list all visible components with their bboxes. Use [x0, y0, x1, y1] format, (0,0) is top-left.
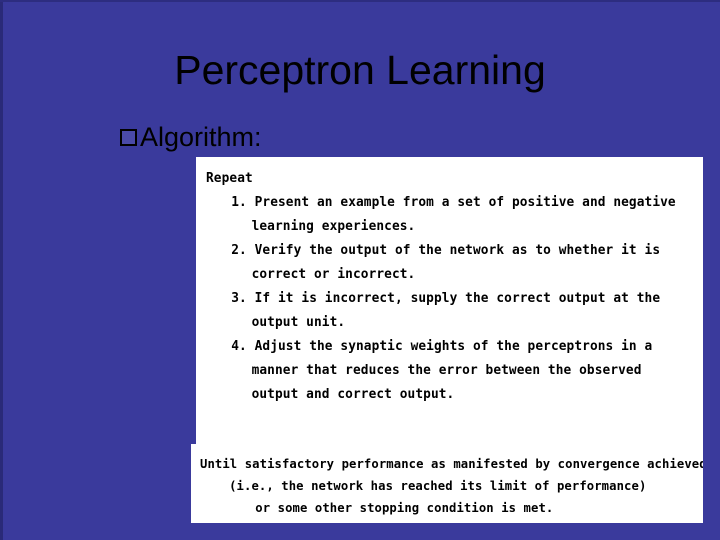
page-title: Perceptron Learning — [174, 47, 546, 93]
algorithm-step-2-line-1: 2. Verify the output of the network as t… — [231, 243, 661, 258]
algorithm-step-4-line-2: manner that reduces the error between th… — [251, 363, 642, 378]
algorithm-step-1-line-2: learning experiences. — [251, 219, 416, 234]
algorithm-until-line-3: or some other stopping condition is met. — [255, 500, 554, 515]
algorithm-step-3-line-2: output unit. — [251, 315, 346, 330]
algorithm-until-line-1: Until satisfactory performance as manife… — [200, 456, 703, 471]
bullet-item-label: Algorithm: — [140, 122, 262, 152]
slide-canvas: Perceptron Learning Algorithm: Repeat 1.… — [0, 0, 720, 540]
bullet-item-algorithm: Algorithm: — [120, 122, 262, 152]
algorithm-step-4-line-1: 4. Adjust the synaptic weights of the pe… — [231, 339, 653, 354]
algorithm-step-3-line-1: 3. If it is incorrect, supply the correc… — [231, 291, 661, 306]
algorithm-repeat-header: Repeat — [206, 171, 253, 186]
algorithm-step-2-line-2: correct or incorrect. — [251, 267, 416, 282]
box-bullet-icon — [120, 128, 137, 146]
algorithm-until-line-2: (i.e., the network has reached its limit… — [229, 478, 647, 493]
algorithm-scan-top-panel: Repeat 1. Present an example from a set … — [196, 157, 703, 445]
algorithm-step-1-line-1: 1. Present an example from a set of posi… — [231, 195, 676, 210]
algorithm-scan-bottom-panel: Until satisfactory performance as manife… — [191, 444, 703, 523]
algorithm-step-4-line-3: output and correct output. — [251, 387, 455, 402]
